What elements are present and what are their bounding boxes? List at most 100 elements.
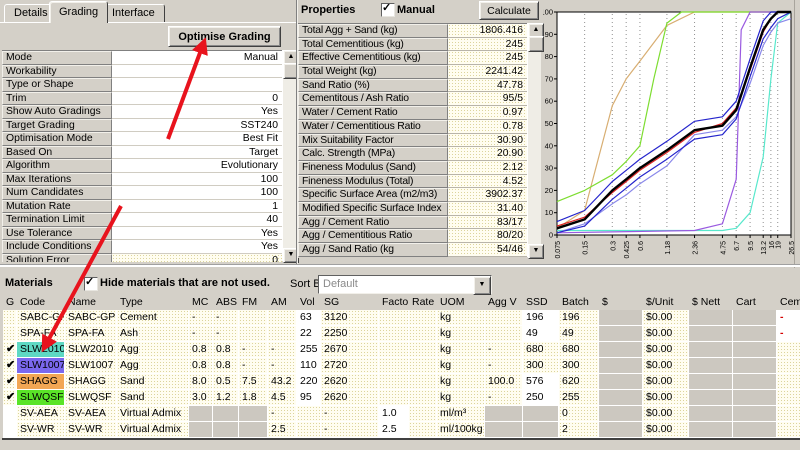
cell-unit[interactable]: $0.00 <box>643 358 689 374</box>
cell-code[interactable]: SLW1007 <box>17 358 65 374</box>
cell-fm[interactable] <box>239 406 268 422</box>
cell-g[interactable]: ✔ <box>3 342 17 358</box>
property-value[interactable]: SST240 <box>112 119 282 133</box>
cell-code[interactable]: SABC-GP <box>17 310 65 326</box>
cell-sg[interactable]: 2250 <box>321 326 379 342</box>
column-header-nett[interactable]: $ Nett <box>689 295 733 310</box>
cell-vol[interactable]: 22 <box>297 326 321 342</box>
cell-mc[interactable] <box>189 406 213 422</box>
property-value[interactable]: 4.52 <box>448 175 527 189</box>
cell-nett[interactable] <box>689 358 733 374</box>
cell-vol[interactable] <box>297 406 321 422</box>
cell-am[interactable]: - <box>268 358 297 374</box>
cell-dollar[interactable] <box>599 406 643 422</box>
cell-batch[interactable]: 2 <box>559 422 599 438</box>
column-header-g[interactable]: G <box>3 295 17 310</box>
property-value[interactable]: 47.78 <box>448 79 527 93</box>
cell-sg[interactable]: 2620 <box>321 374 379 390</box>
property-value[interactable]: 3902.37 <box>448 188 527 202</box>
cell-unit[interactable]: $0.00 <box>643 422 689 438</box>
cell-name[interactable]: SV-WR <box>65 422 117 438</box>
cell-mc[interactable] <box>189 422 213 438</box>
cell-cart[interactable] <box>733 374 777 390</box>
property-value[interactable]: 2241.42 <box>448 65 527 79</box>
property-value[interactable]: 100 <box>112 186 282 200</box>
properties-scrollbar[interactable]: ▲ ▼ <box>527 23 541 257</box>
cell-cart[interactable] <box>733 406 777 422</box>
cell-type[interactable]: Agg <box>117 358 189 374</box>
cell-mc[interactable]: 0.8 <box>189 358 213 374</box>
cell-mc[interactable]: - <box>189 326 213 342</box>
row-checked-icon[interactable]: ✔ <box>6 391 15 403</box>
chevron-down-icon[interactable]: ▼ <box>473 276 491 295</box>
cell-g[interactable]: ✔ <box>3 374 17 390</box>
property-value[interactable]: 83/17 <box>448 216 527 230</box>
cell-batch[interactable]: 680 <box>559 342 599 358</box>
cell-uom[interactable]: kg <box>437 326 485 342</box>
property-value[interactable]: 20.90 <box>448 147 527 161</box>
cell-facto[interactable]: 1.0 <box>379 406 409 422</box>
cell-batch[interactable]: 49 <box>559 326 599 342</box>
cell-facto[interactable] <box>379 310 409 326</box>
column-header-dollar[interactable]: $ <box>599 295 643 310</box>
cell-abs[interactable] <box>213 406 239 422</box>
cell-batch[interactable]: 255 <box>559 390 599 406</box>
cell-rate[interactable] <box>409 374 437 390</box>
cell-vol[interactable]: 95 <box>297 390 321 406</box>
cell-code[interactable]: SV-WR <box>17 422 65 438</box>
cell-cem[interactable] <box>777 374 800 390</box>
cell-am[interactable]: 2.5 <box>268 422 297 438</box>
property-value[interactable]: Evolutionary <box>112 159 282 173</box>
column-header-facto[interactable]: Facto <box>379 295 409 310</box>
column-header-batch[interactable]: Batch <box>559 295 599 310</box>
cell-ssd[interactable]: 576 <box>523 374 559 390</box>
cell-am[interactable]: 43.2 <box>268 374 297 390</box>
cell-ssd[interactable]: 680 <box>523 342 559 358</box>
cell-uom[interactable]: ml/100kg <box>437 422 485 438</box>
property-value[interactable]: 2.12 <box>448 161 527 175</box>
cell-am[interactable]: 4.5 <box>268 390 297 406</box>
cell-fm[interactable]: 1.8 <box>239 390 268 406</box>
cell-rate[interactable] <box>409 406 437 422</box>
column-header-uom[interactable]: UOM <box>437 295 485 310</box>
column-header-mc[interactable]: MC <box>189 295 213 310</box>
cell-name[interactable]: SABC-GP <box>65 310 117 326</box>
calculate-button[interactable]: Calculate <box>479 1 539 20</box>
cell-nett[interactable] <box>689 326 733 342</box>
cell-unit[interactable]: $0.00 <box>643 406 689 422</box>
property-value[interactable]: Yes <box>112 105 282 119</box>
cell-sg[interactable]: 2670 <box>321 342 379 358</box>
cell-rate[interactable] <box>409 390 437 406</box>
cell-sg[interactable]: 3120 <box>321 310 379 326</box>
cell-dollar[interactable] <box>599 390 643 406</box>
cell-cart[interactable] <box>733 326 777 342</box>
cell-am[interactable] <box>268 310 297 326</box>
cell-type[interactable]: Cement <box>117 310 189 326</box>
cell-sg[interactable]: 2720 <box>321 358 379 374</box>
cell-vol[interactable]: 255 <box>297 342 321 358</box>
cell-aggv[interactable]: - <box>485 342 523 358</box>
cell-vol[interactable]: 110 <box>297 358 321 374</box>
cell-sg[interactable]: - <box>321 422 379 438</box>
property-value[interactable]: 245 <box>448 38 527 52</box>
cell-cem[interactable]: - <box>777 326 800 342</box>
column-header-rate[interactable]: Rate <box>409 295 437 310</box>
cell-cart[interactable] <box>733 422 777 438</box>
property-value[interactable]: 30.90 <box>448 134 527 148</box>
cell-cart[interactable] <box>733 358 777 374</box>
cell-type[interactable]: Agg <box>117 342 189 358</box>
cell-name[interactable]: SLW2010 <box>65 342 117 358</box>
property-value[interactable]: 245 <box>448 51 527 65</box>
cell-nett[interactable] <box>689 342 733 358</box>
property-value[interactable]: Manual <box>112 51 282 65</box>
cell-name[interactable]: SLWQSF <box>65 390 117 406</box>
property-value[interactable]: 100 <box>112 173 282 187</box>
cell-unit[interactable]: $0.00 <box>643 310 689 326</box>
cell-batch[interactable]: 0 <box>559 406 599 422</box>
row-checked-icon[interactable]: ✔ <box>6 359 15 371</box>
property-value[interactable]: 95/5 <box>448 92 527 106</box>
cell-cem[interactable] <box>777 390 800 406</box>
cell-facto[interactable]: 2.5 <box>379 422 409 438</box>
cell-name[interactable]: SHAGG <box>65 374 117 390</box>
optimise-grading-button[interactable]: Optimise Grading <box>168 26 281 47</box>
